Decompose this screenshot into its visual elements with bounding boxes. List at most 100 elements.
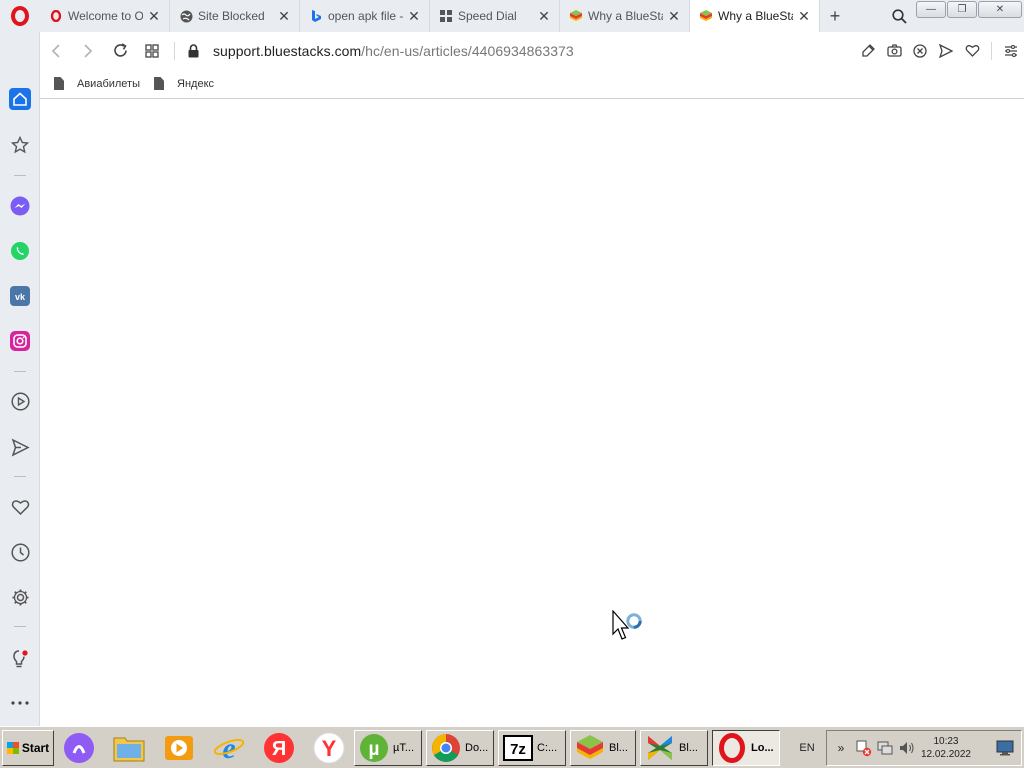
desktop-icon	[996, 740, 1014, 755]
sidebar-whatsapp[interactable]	[0, 236, 40, 266]
task-utorrent[interactable]: µ µT...	[354, 729, 422, 766]
bing-icon	[309, 9, 323, 23]
page-content[interactable]	[40, 100, 1024, 726]
url-host: support.bluestacks.com	[213, 42, 362, 59]
reload-button[interactable]	[104, 32, 136, 69]
settings-icon	[12, 589, 28, 605]
sidebar-vk[interactable]: vk	[0, 281, 40, 311]
tab-site-blocked[interactable]: Site Blocked ✕	[170, 0, 300, 32]
opera-icon	[717, 732, 747, 763]
opera-menu-button[interactable]	[0, 0, 40, 32]
tray-volume-icon[interactable]	[897, 738, 917, 758]
task-bluestacks[interactable]: Bl...	[570, 729, 636, 766]
globe-icon	[179, 9, 193, 23]
sidebar-pinboards[interactable]	[0, 492, 40, 522]
minimize-button[interactable]: —	[916, 1, 946, 18]
back-icon	[51, 43, 60, 58]
tab-bluestacks-2[interactable]: Why a BlueStac ✕	[690, 0, 820, 32]
tab-close-icon[interactable]: ✕	[797, 8, 811, 25]
window-controls: — ❐ ✕	[916, 0, 1024, 32]
yandex-icon: Я	[264, 732, 294, 763]
sidebar-send[interactable]	[0, 432, 40, 462]
tab-close-icon[interactable]: ✕	[667, 8, 681, 25]
send-page-button[interactable]	[933, 32, 959, 69]
tab-close-icon[interactable]: ✕	[147, 8, 161, 25]
quicklaunch-media[interactable]	[154, 728, 204, 768]
bookmark-yandex[interactable]: Яндекс	[154, 77, 214, 90]
sidebar-history[interactable]	[0, 537, 40, 567]
snapshot-button[interactable]	[881, 32, 907, 69]
forward-button[interactable]	[72, 32, 104, 69]
edit-button[interactable]	[855, 32, 881, 69]
adblock-icon	[913, 43, 927, 58]
tab-bluestacks-1[interactable]: Why a BlueStac ✕	[560, 0, 690, 32]
task-chrome[interactable]: Do...	[426, 729, 494, 766]
quicklaunch-yandex-browser[interactable]: Я	[254, 728, 304, 768]
taskbar: Start e Я Y µ µT... Do... 7z C:... Bl...…	[0, 726, 1024, 768]
quicklaunch-ie[interactable]: e	[204, 728, 254, 768]
site-info-button[interactable]	[183, 43, 203, 58]
sidebar-settings[interactable]	[0, 582, 40, 612]
tray-expand-button[interactable]: »	[831, 738, 851, 758]
media-player-icon	[165, 735, 193, 760]
svg-text:vk: vk	[15, 292, 26, 302]
task-label: µT...	[393, 741, 415, 754]
sidebar-home[interactable]	[0, 84, 40, 114]
tray-network-error-icon[interactable]	[853, 738, 873, 758]
tab-strip: Welcome to Op ✕ Site Blocked ✕ open apk …	[0, 0, 1024, 32]
task-label: Bl...	[609, 741, 628, 754]
busy-cursor-icon	[612, 610, 642, 640]
sidebar-instagram[interactable]	[0, 326, 40, 356]
tabs-overview-button[interactable]	[136, 32, 168, 69]
internet-explorer-icon: e	[213, 732, 245, 764]
clock[interactable]: 10:23 12.02.2022	[921, 735, 995, 761]
more-icon	[11, 701, 29, 705]
sidebar-divider	[14, 626, 26, 627]
clock-time: 10:23	[933, 735, 959, 747]
tab-speed-dial[interactable]: Speed Dial ✕	[430, 0, 560, 32]
sidebar-messenger[interactable]	[0, 191, 40, 221]
quicklaunch-yandex[interactable]: Y	[304, 728, 354, 768]
bluestacks-icon	[699, 9, 713, 23]
sidebar-more[interactable]	[0, 688, 40, 718]
sidebar-divider	[14, 175, 26, 176]
send-icon	[939, 43, 953, 58]
tab-label: Why a BlueStac	[718, 9, 793, 23]
start-button[interactable]: Start	[2, 729, 54, 766]
task-bluestacks-x[interactable]: Bl...	[640, 729, 708, 766]
add-to-pinboard-button[interactable]	[959, 32, 985, 69]
close-window-button[interactable]: ✕	[978, 1, 1022, 18]
tab-open-apk[interactable]: open apk file - ✕	[300, 0, 430, 32]
new-tab-button[interactable]: +	[820, 0, 850, 32]
quicklaunch-alice[interactable]	[54, 728, 104, 768]
heart-icon	[11, 500, 29, 516]
language-indicator[interactable]: EN	[790, 742, 824, 754]
show-desktop-button[interactable]	[995, 738, 1015, 758]
address-bar-row: support.bluestacks.com/hc/en-us/articles…	[40, 32, 1024, 69]
sidebar-tips[interactable]	[0, 644, 40, 674]
sidebar-bookmarks[interactable]	[0, 130, 40, 160]
alice-icon	[64, 732, 94, 763]
tab-close-icon[interactable]: ✕	[277, 8, 291, 25]
tab-search-button[interactable]	[882, 0, 916, 32]
task-opera[interactable]: Lo...	[712, 729, 780, 766]
address-field[interactable]: support.bluestacks.com/hc/en-us/articles…	[213, 43, 574, 59]
adblock-button[interactable]	[907, 32, 933, 69]
bookmark-aviabilety[interactable]: Авиабилеты	[54, 77, 140, 90]
tab-close-icon[interactable]: ✕	[407, 8, 421, 25]
task-7zip[interactable]: 7z C:...	[498, 729, 566, 766]
opera-logo-icon	[11, 6, 29, 26]
easy-setup-button[interactable]	[998, 32, 1024, 69]
quicklaunch-explorer[interactable]	[104, 728, 154, 768]
bluestacks-icon	[569, 9, 583, 23]
back-button[interactable]	[40, 32, 72, 69]
screen: Welcome to Op ✕ Site Blocked ✕ open apk …	[0, 0, 1024, 768]
restore-button[interactable]: ❐	[947, 1, 977, 18]
vk-icon: vk	[10, 286, 30, 306]
tab-close-icon[interactable]: ✕	[537, 8, 551, 25]
messenger-icon	[10, 196, 30, 216]
tab-welcome[interactable]: Welcome to Op ✕	[40, 0, 170, 32]
tray-network-icon[interactable]	[875, 738, 895, 758]
tab-label: open apk file -	[328, 9, 403, 23]
sidebar-player[interactable]	[0, 386, 40, 416]
